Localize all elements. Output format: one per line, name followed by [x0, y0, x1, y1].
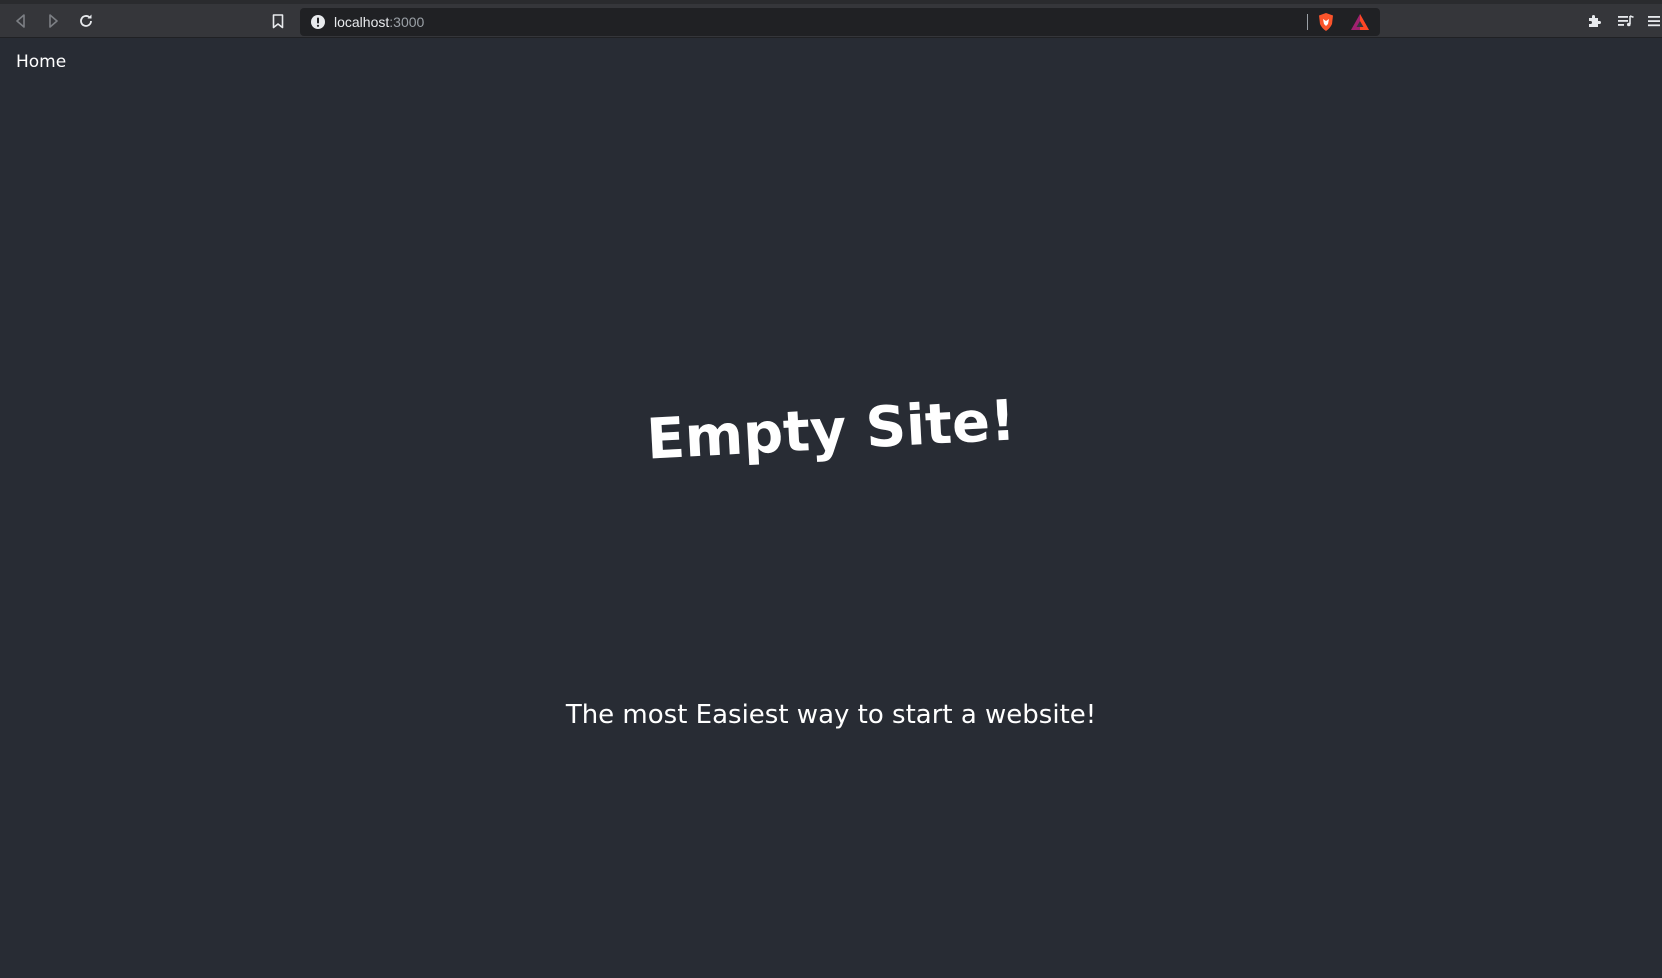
browser-toolbar: localhost:3000	[0, 0, 1662, 38]
reload-icon[interactable]	[74, 9, 98, 33]
bookmark-icon[interactable]	[266, 9, 290, 33]
url-port: :3000	[389, 14, 425, 30]
back-arrow-icon[interactable]	[9, 9, 33, 33]
hamburger-menu-icon[interactable]	[1646, 9, 1662, 33]
forward-arrow-icon[interactable]	[41, 9, 65, 33]
url-host: localhost	[334, 14, 390, 30]
url-text[interactable]: localhost:3000	[334, 13, 424, 31]
playlist-icon[interactable]	[1614, 9, 1638, 33]
address-bar[interactable]: localhost:3000	[300, 8, 1380, 36]
page-tagline: The most Easiest way to start a website!	[565, 700, 1097, 730]
brave-rewards-icon[interactable]	[1350, 13, 1370, 31]
nav-link-home[interactable]: Home	[16, 52, 66, 72]
address-divider	[1307, 14, 1308, 30]
puzzle-icon[interactable]	[1582, 9, 1606, 33]
brave-shield-icon[interactable]	[1316, 12, 1336, 32]
info-icon[interactable]	[310, 14, 326, 30]
page-headline: Empty Site!	[644, 388, 1018, 473]
page-content: Home Empty Site! The most Easiest way to…	[0, 38, 1662, 978]
